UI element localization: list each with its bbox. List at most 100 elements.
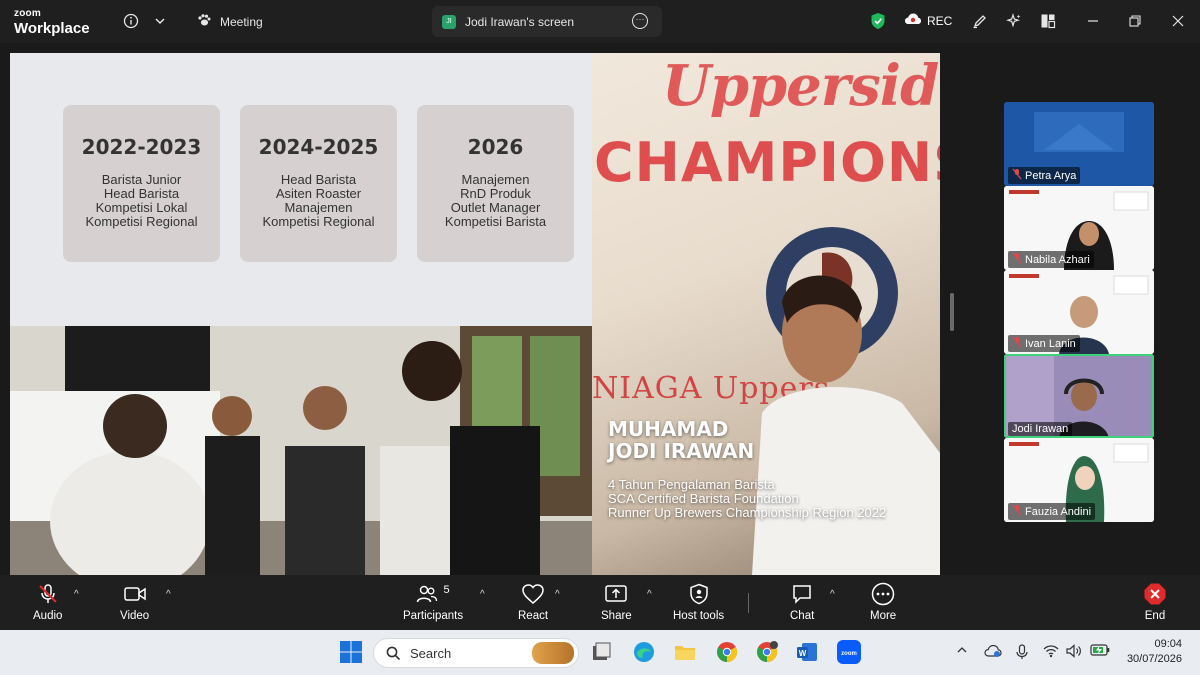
mic-muted-icon	[1012, 252, 1022, 267]
shield-check-icon[interactable]	[868, 11, 888, 31]
chat-button[interactable]: Chat	[790, 583, 814, 622]
timeline-year: 2026	[467, 135, 524, 159]
meeting-controls: Audio ^ Video ^ 5 Participants ^ React ^	[0, 575, 1200, 630]
windows-start-icon[interactable]	[339, 640, 363, 664]
end-call-icon	[1143, 583, 1167, 605]
presenter-photo: Uppersid CHAMPIONS NIAGA Uppers MUHAMAD …	[592, 53, 940, 575]
svg-text:W: W	[799, 649, 807, 658]
video-camera-icon	[123, 583, 147, 605]
participant-name-tag: Jodi Irawan	[1008, 422, 1073, 436]
video-options-caret[interactable]: ^	[166, 589, 171, 600]
chat-options-caret[interactable]: ^	[830, 589, 835, 600]
search-placeholder: Search	[410, 645, 452, 661]
cloud-record-indicator[interactable]: REC	[904, 12, 952, 29]
participants-options-caret[interactable]: ^	[480, 589, 485, 600]
video-button[interactable]: Video	[120, 583, 149, 622]
battery-charging-icon[interactable]	[1090, 644, 1110, 659]
participant-name: Petra Arya	[1025, 169, 1077, 182]
windows-taskbar: Search W zoom 09:04 30/07/2026	[0, 630, 1200, 675]
audio-button[interactable]: Audio	[33, 583, 62, 622]
search-highlight-icon	[532, 642, 574, 664]
logo-line-2: Workplace	[14, 20, 90, 37]
logo-line-1: zoom	[14, 8, 41, 19]
annotate-pen-icon[interactable]	[970, 11, 990, 31]
timeline-card: 2024-2025 Head Barista Asiten Roaster Ma…	[240, 105, 397, 262]
end-label: End	[1144, 610, 1166, 622]
minimize-icon[interactable]	[1083, 11, 1103, 31]
react-options-caret[interactable]: ^	[555, 589, 560, 600]
file-app-icon[interactable]	[589, 640, 613, 664]
share-label: Share	[601, 610, 632, 622]
timeline-item: RnD Produk	[460, 186, 531, 201]
career-timeline-slide: 2022-2023 Barista Junior Head Barista Ko…	[10, 53, 592, 326]
more-options-icon[interactable]: ···	[632, 13, 648, 29]
presenter-last-name: JODI IRAWAN	[608, 439, 755, 463]
participant-name: Nabila Azhari	[1025, 253, 1090, 266]
presenter-figure	[752, 275, 940, 575]
participants-icon: 5	[416, 583, 450, 605]
chrome-icon[interactable]	[715, 640, 739, 664]
timeline-item: Head Barista	[280, 172, 357, 187]
chat-label: Chat	[790, 610, 815, 622]
system-clock[interactable]: 09:04 30/07/2026	[1127, 637, 1182, 667]
audio-options-caret[interactable]: ^	[74, 589, 79, 600]
taskbar-search[interactable]: Search	[373, 638, 579, 668]
meeting-menu[interactable]: Meeting	[196, 12, 263, 31]
split-resize-handle[interactable]	[950, 293, 954, 331]
host-tools-button[interactable]: Host tools	[673, 583, 724, 622]
description-line: SCA Certified Barista Foundation	[608, 491, 799, 506]
participant-name: Jodi Irawan	[1012, 423, 1069, 435]
toolbar-separator	[748, 593, 749, 613]
chevron-down-icon[interactable]	[150, 11, 170, 31]
presenter-avatar: JI	[442, 14, 456, 29]
word-icon[interactable]: W	[795, 640, 819, 664]
participant-tile[interactable]: Nabila Azhari	[1004, 186, 1154, 270]
info-icon[interactable]	[121, 11, 141, 31]
timeline-item: Barista Junior	[101, 172, 182, 187]
timeline-item: Kompetisi Barista	[444, 214, 547, 229]
timeline-item: Manajemen	[461, 172, 530, 187]
chat-bubble-icon	[791, 583, 813, 605]
more-dots-icon	[871, 582, 895, 606]
chrome-profile-icon[interactable]	[755, 640, 779, 664]
participants-count: 5	[443, 584, 450, 596]
show-hidden-icons-chevron[interactable]	[956, 644, 968, 659]
close-icon[interactable]	[1168, 11, 1188, 31]
ai-sparkle-icon[interactable]	[1004, 11, 1024, 31]
file-explorer-icon[interactable]	[673, 640, 697, 664]
react-button[interactable]: React	[518, 583, 548, 622]
participant-tile-active-speaker[interactable]: Jodi Irawan	[1004, 354, 1154, 438]
title-bar: zoom Workplace Meeting JI Jodi Irawan's …	[0, 0, 1200, 43]
participant-tile[interactable]: Petra Arya	[1004, 102, 1154, 186]
participants-label: Participants	[403, 610, 464, 622]
presenter-description: 4 Tahun Pengalaman Barista SCA Certified…	[608, 478, 886, 520]
participant-tile[interactable]: Ivan Lanin	[1004, 270, 1154, 354]
zoom-app-icon[interactable]: zoom	[837, 640, 861, 664]
cloud-sync-icon[interactable]	[984, 644, 1002, 661]
end-meeting-button[interactable]: End	[1143, 583, 1167, 622]
screen-share-tab[interactable]: JI Jodi Irawan's screen ···	[432, 6, 662, 37]
timeline-item: Kompetisi Regional	[85, 214, 198, 229]
wifi-icon[interactable]	[1043, 644, 1059, 661]
participant-name-tag: Fauzia Andini	[1008, 503, 1096, 520]
presenter-name: MUHAMAD JODI IRAWAN	[608, 418, 754, 462]
timeline-card: 2022-2023 Barista Junior Head Barista Ko…	[63, 105, 220, 262]
audio-label: Audio	[33, 610, 63, 622]
view-layout-icon[interactable]	[1038, 11, 1058, 31]
participant-name-tag: Ivan Lanin	[1008, 335, 1080, 352]
more-button[interactable]: More	[870, 582, 896, 622]
participant-tile[interactable]: Fauzia Andini	[1004, 438, 1154, 522]
share-options-caret[interactable]: ^	[647, 589, 652, 600]
participants-button[interactable]: 5 Participants	[403, 583, 463, 622]
participant-name: Fauzia Andini	[1025, 505, 1092, 518]
edge-browser-icon[interactable]	[632, 640, 656, 664]
search-icon	[386, 646, 401, 661]
meeting-label: Meeting	[220, 14, 263, 29]
rec-label: REC	[927, 13, 953, 28]
share-button[interactable]: Share	[601, 583, 632, 622]
microphone-icon[interactable]	[1016, 644, 1028, 663]
volume-icon[interactable]	[1066, 644, 1082, 661]
brand-text-top: Uppersid	[662, 53, 939, 119]
restore-icon[interactable]	[1125, 11, 1145, 31]
mic-muted-icon	[1012, 336, 1022, 351]
